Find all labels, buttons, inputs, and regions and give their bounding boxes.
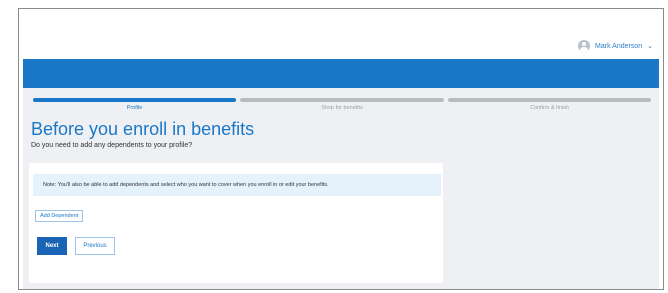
progress-tracker: Profile Shop for benefits Confirm & fini…	[33, 98, 651, 118]
progress-step-shop	[240, 98, 444, 102]
page-title: Before you enroll in benefits	[31, 119, 255, 139]
main-content: Profile Shop for benefits Confirm & fini…	[23, 88, 659, 289]
dependents-card: Note: You'll also be able to add depende…	[29, 163, 443, 283]
top-header: Mark Anderson ⌄	[23, 33, 659, 61]
progress-step-profile	[33, 98, 236, 102]
page-subtitle: Do you need to add any dependents to you…	[31, 142, 193, 149]
avatar-icon	[578, 40, 591, 52]
info-note: Note: You'll also be able to add depende…	[33, 174, 441, 196]
progress-step-confirm	[448, 98, 651, 102]
chevron-down-icon: ⌄	[647, 43, 653, 50]
add-dependent-button[interactable]: Add Dependent	[35, 210, 84, 222]
progress-label-confirm: Confirm & finish	[530, 105, 569, 111]
screenshot-frame: Mark Anderson ⌄ Profile Shop for benefit…	[18, 8, 664, 290]
user-menu[interactable]: Mark Anderson ⌄	[578, 40, 653, 52]
progress-label-shop: Shop for benefits	[321, 105, 363, 111]
next-button[interactable]: Next	[37, 237, 67, 255]
user-name: Mark Anderson	[595, 42, 643, 50]
previous-button[interactable]: Previous	[75, 237, 115, 255]
brand-bar	[23, 59, 659, 88]
progress-label-profile: Profile	[126, 105, 143, 111]
